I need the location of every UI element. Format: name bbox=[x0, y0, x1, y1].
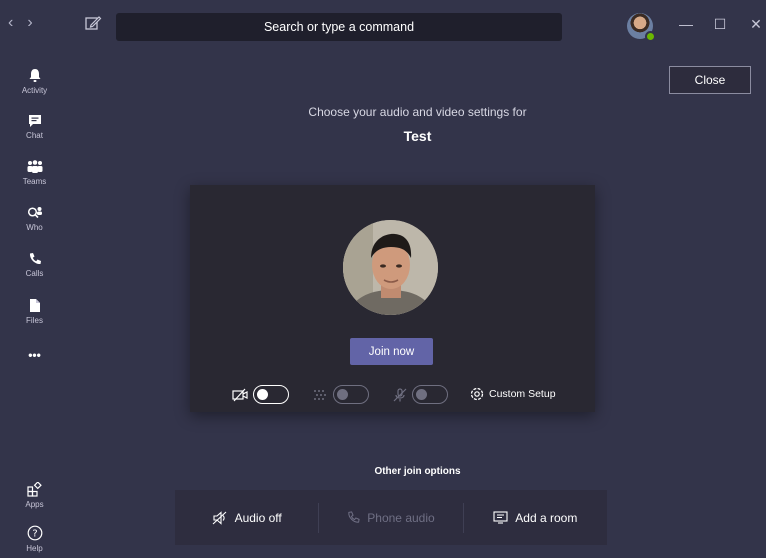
rail-label: Apps bbox=[25, 499, 44, 509]
close-label: Close bbox=[694, 73, 726, 87]
gear-icon[interactable] bbox=[469, 386, 485, 402]
phone-icon bbox=[29, 253, 41, 265]
rail-label: Chat bbox=[26, 131, 43, 140]
rail-item-help[interactable]: ? Help bbox=[0, 516, 69, 558]
join-now-button[interactable]: Join now bbox=[350, 338, 433, 365]
rail-item-who[interactable]: Who bbox=[0, 196, 69, 242]
rail-item-chat[interactable]: Chat bbox=[0, 104, 69, 150]
presence-available-icon bbox=[645, 31, 656, 42]
custom-setup-link[interactable]: Custom Setup bbox=[489, 388, 556, 400]
svg-text:?: ? bbox=[32, 529, 37, 540]
apps-icon bbox=[27, 481, 42, 497]
user-avatar bbox=[343, 220, 438, 315]
mic-toggle[interactable] bbox=[412, 385, 448, 404]
rail-item-apps[interactable]: Apps bbox=[0, 472, 69, 518]
bell-icon bbox=[29, 68, 40, 82]
mic-off-icon bbox=[393, 388, 407, 402]
video-preview-panel: Join now Custom Setup bbox=[190, 185, 595, 412]
phone-audio-option[interactable]: Phone audio bbox=[319, 503, 462, 533]
join-label: Join now bbox=[368, 345, 415, 358]
meeting-title: Test bbox=[403, 128, 432, 144]
rail-item-teams[interactable]: Teams bbox=[0, 150, 69, 196]
camera-off-icon bbox=[232, 388, 248, 402]
rail-item-activity[interactable]: Activity bbox=[0, 58, 69, 104]
phone-icon bbox=[348, 511, 360, 523]
who-icon bbox=[27, 207, 42, 219]
cast-icon bbox=[493, 511, 508, 524]
maximize-button[interactable]: ☐ bbox=[710, 14, 730, 34]
more-icon: ••• bbox=[28, 348, 41, 362]
teams-icon bbox=[27, 160, 42, 173]
rail-label: Help bbox=[26, 544, 43, 553]
search-placeholder: Search or type a command bbox=[263, 20, 415, 34]
add-room-option[interactable]: Add a room bbox=[464, 503, 607, 533]
search-input[interactable]: Search or type a command bbox=[116, 13, 562, 41]
compose-icon[interactable] bbox=[84, 14, 102, 32]
device-controls: Custom Setup bbox=[190, 383, 595, 407]
minimize-button[interactable]: — bbox=[676, 14, 696, 34]
rail-label: Calls bbox=[25, 269, 44, 278]
back-icon[interactable]: ‹ bbox=[8, 14, 13, 32]
blur-toggle[interactable] bbox=[333, 385, 369, 404]
rail-item-calls[interactable]: Calls bbox=[0, 242, 69, 288]
close-button[interactable]: Close bbox=[669, 66, 751, 94]
background-blur-icon bbox=[314, 390, 326, 400]
audio-off-option[interactable]: Audio off bbox=[175, 503, 318, 533]
rail-label: Activity bbox=[21, 85, 48, 95]
option-label: Audio off bbox=[234, 510, 282, 525]
other-join-options: Audio off Phone audio Add a room bbox=[175, 490, 607, 545]
rail-label: Teams bbox=[22, 177, 47, 186]
prejoin-subtitle: Choose your audio and video settings for bbox=[308, 105, 527, 119]
other-join-options-title: Other join options bbox=[374, 466, 461, 477]
app-rail: Activity Chat Teams Who Calls Files ••• … bbox=[0, 56, 69, 558]
help-icon: ? bbox=[27, 525, 42, 541]
rail-label: Files bbox=[26, 315, 43, 325]
speaker-off-icon bbox=[212, 510, 226, 525]
meeting-prejoin: Close Choose your audio and video settin… bbox=[69, 56, 766, 558]
rail-item-files[interactable]: Files bbox=[0, 288, 69, 334]
camera-toggle[interactable] bbox=[253, 385, 289, 404]
history-nav: ‹ › bbox=[8, 14, 33, 32]
more-apps-button[interactable]: ••• bbox=[0, 332, 69, 378]
forward-icon[interactable]: › bbox=[27, 14, 32, 32]
file-icon bbox=[29, 298, 40, 312]
window-close-button[interactable]: ✕ bbox=[746, 14, 766, 34]
title-bar: ‹ › Search or type a command — ☐ ✕ bbox=[0, 0, 766, 56]
user-photo bbox=[343, 220, 438, 315]
rail-label: Who bbox=[26, 223, 43, 232]
chat-icon bbox=[28, 115, 41, 127]
option-label: Add a room bbox=[515, 510, 578, 525]
option-label: Phone audio bbox=[367, 510, 435, 525]
